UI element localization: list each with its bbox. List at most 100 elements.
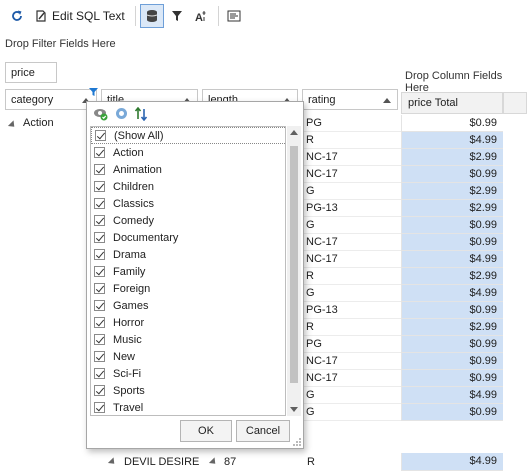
- checkbox-checked-icon[interactable]: [94, 300, 105, 311]
- rating-value: R: [302, 268, 401, 285]
- filter-list-item[interactable]: Travel: [91, 399, 285, 415]
- edit-sql-button[interactable]: Edit SQL Text: [30, 4, 129, 28]
- database-icon: [146, 10, 157, 22]
- price-value[interactable]: $4.99: [401, 387, 503, 404]
- filter-item-label: Travel: [113, 401, 144, 414]
- price-value[interactable]: $2.99: [401, 183, 503, 200]
- filter-checklist[interactable]: (Show All) Action Animation Children Classic…: [90, 126, 286, 416]
- price-value[interactable]: $2.99: [401, 268, 503, 285]
- checkbox-checked-icon[interactable]: [94, 147, 105, 158]
- collapse-icon[interactable]: [107, 457, 118, 467]
- filter-list-item[interactable]: Comedy: [91, 212, 285, 229]
- checkbox-checked-icon[interactable]: [94, 317, 105, 328]
- checkbox-checked-icon[interactable]: [94, 351, 105, 362]
- filter-item-label: Comedy: [113, 214, 154, 227]
- price-value[interactable]: $0.99: [401, 370, 503, 387]
- checkbox-checked-icon[interactable]: [94, 164, 105, 175]
- edit-sql-label: Edit SQL Text: [52, 9, 125, 23]
- filter-list-item[interactable]: New: [91, 348, 285, 365]
- price-value[interactable]: $4.99: [401, 453, 503, 471]
- price-value[interactable]: $4.99: [401, 285, 503, 302]
- filter-list-item[interactable]: Action: [91, 144, 285, 161]
- filter-list-item[interactable]: Horror: [91, 314, 285, 331]
- checkbox-checked-icon[interactable]: [94, 402, 105, 413]
- filter-list-item[interactable]: Children: [91, 178, 285, 195]
- rating-value: NC-17: [302, 370, 401, 387]
- rating-value: NC-17: [302, 149, 401, 166]
- price-value[interactable]: $4.99: [401, 251, 503, 268]
- filter-list-item[interactable]: Sports: [91, 382, 285, 399]
- rating-value: NC-17: [302, 166, 401, 183]
- price-value[interactable]: $4.99: [401, 132, 503, 149]
- checkbox-checked-icon[interactable]: [94, 181, 105, 192]
- checkbox-checked-icon[interactable]: [94, 232, 105, 243]
- price-value[interactable]: $2.99: [401, 319, 503, 336]
- cancel-button[interactable]: Cancel: [236, 420, 290, 442]
- filter-list-item[interactable]: (Show All): [91, 127, 285, 144]
- price-value[interactable]: $0.99: [401, 404, 503, 421]
- rating-value: G: [302, 404, 401, 421]
- checkbox-checked-icon[interactable]: [94, 249, 105, 260]
- rating-value: R: [302, 132, 401, 149]
- price-value[interactable]: $0.99: [401, 302, 503, 319]
- filter-item-label: Horror: [113, 316, 145, 329]
- filter-list-item[interactable]: Family: [91, 263, 285, 280]
- scroll-up-icon[interactable]: [290, 130, 298, 135]
- scroll-down-icon[interactable]: [290, 407, 298, 412]
- row-field-rating[interactable]: rating: [302, 89, 398, 110]
- ok-button[interactable]: OK: [180, 420, 232, 442]
- filter-list-item[interactable]: Classics: [91, 195, 285, 212]
- checkbox-checked-icon[interactable]: [94, 334, 105, 345]
- expand-icon[interactable]: [7, 120, 18, 130]
- rating-value: PG-13: [302, 302, 401, 319]
- show-eye-icon[interactable]: [93, 107, 109, 124]
- checkbox-checked-icon[interactable]: [94, 215, 105, 226]
- scroll-thumb[interactable]: [290, 146, 298, 383]
- category-value: Action: [23, 117, 54, 129]
- filter-list-item[interactable]: Sci-Fi: [91, 365, 285, 382]
- filter-list-item[interactable]: Drama: [91, 246, 285, 263]
- database-button[interactable]: [139, 4, 164, 28]
- collapse-icon[interactable]: [208, 457, 219, 467]
- filter-item-label: Documentary: [113, 231, 179, 244]
- data-field-price[interactable]: price: [5, 62, 57, 83]
- sort-toggle-icon[interactable]: [134, 106, 148, 124]
- filter-drop-area[interactable]: Drop Filter Fields Here: [0, 32, 527, 58]
- filter-button[interactable]: [166, 4, 188, 28]
- filter-list-item[interactable]: Foreign: [91, 280, 285, 297]
- price-total-header[interactable]: price Total: [401, 92, 503, 114]
- filter-list-item[interactable]: Documentary: [91, 229, 285, 246]
- column-drop-area[interactable]: Drop Column Fields Here: [405, 70, 527, 94]
- price-value[interactable]: $0.99: [401, 353, 503, 370]
- filter-list-item[interactable]: Music: [91, 331, 285, 348]
- checkbox-checked-icon[interactable]: [95, 130, 106, 141]
- checkbox-checked-icon[interactable]: [94, 283, 105, 294]
- radio-icon[interactable]: [115, 107, 128, 123]
- layout-button[interactable]: [223, 4, 245, 28]
- font-size-button[interactable]: A: [190, 4, 212, 28]
- filter-list-item[interactable]: Games: [91, 297, 285, 314]
- checkbox-checked-icon[interactable]: [94, 368, 105, 379]
- filter-list-item[interactable]: Animation: [91, 161, 285, 178]
- price-value[interactable]: $0.99: [401, 217, 503, 234]
- price-value[interactable]: $0.99: [401, 166, 503, 183]
- popup-scrollbar[interactable]: [287, 126, 301, 416]
- refresh-button[interactable]: [6, 4, 28, 28]
- edit-sql-icon: [36, 10, 46, 22]
- resize-grip-icon[interactable]: [293, 438, 301, 446]
- filter-item-label: Music: [113, 333, 142, 346]
- price-value[interactable]: $2.99: [401, 149, 503, 166]
- price-value[interactable]: $0.99: [401, 234, 503, 251]
- checkbox-checked-icon[interactable]: [94, 266, 105, 277]
- toolbar-separator: [134, 6, 136, 26]
- row-field-label: category: [11, 94, 54, 106]
- checkbox-checked-icon[interactable]: [94, 385, 105, 396]
- checkbox-checked-icon[interactable]: [94, 198, 105, 209]
- price-value[interactable]: $2.99: [401, 200, 503, 217]
- row-field-label: rating: [308, 94, 336, 106]
- filter-item-label: Foreign: [113, 282, 151, 295]
- price-value[interactable]: $0.99: [401, 115, 503, 132]
- price-value[interactable]: $0.99: [401, 336, 503, 353]
- filter-icon[interactable]: [89, 87, 98, 96]
- row-field-category[interactable]: category: [5, 89, 97, 110]
